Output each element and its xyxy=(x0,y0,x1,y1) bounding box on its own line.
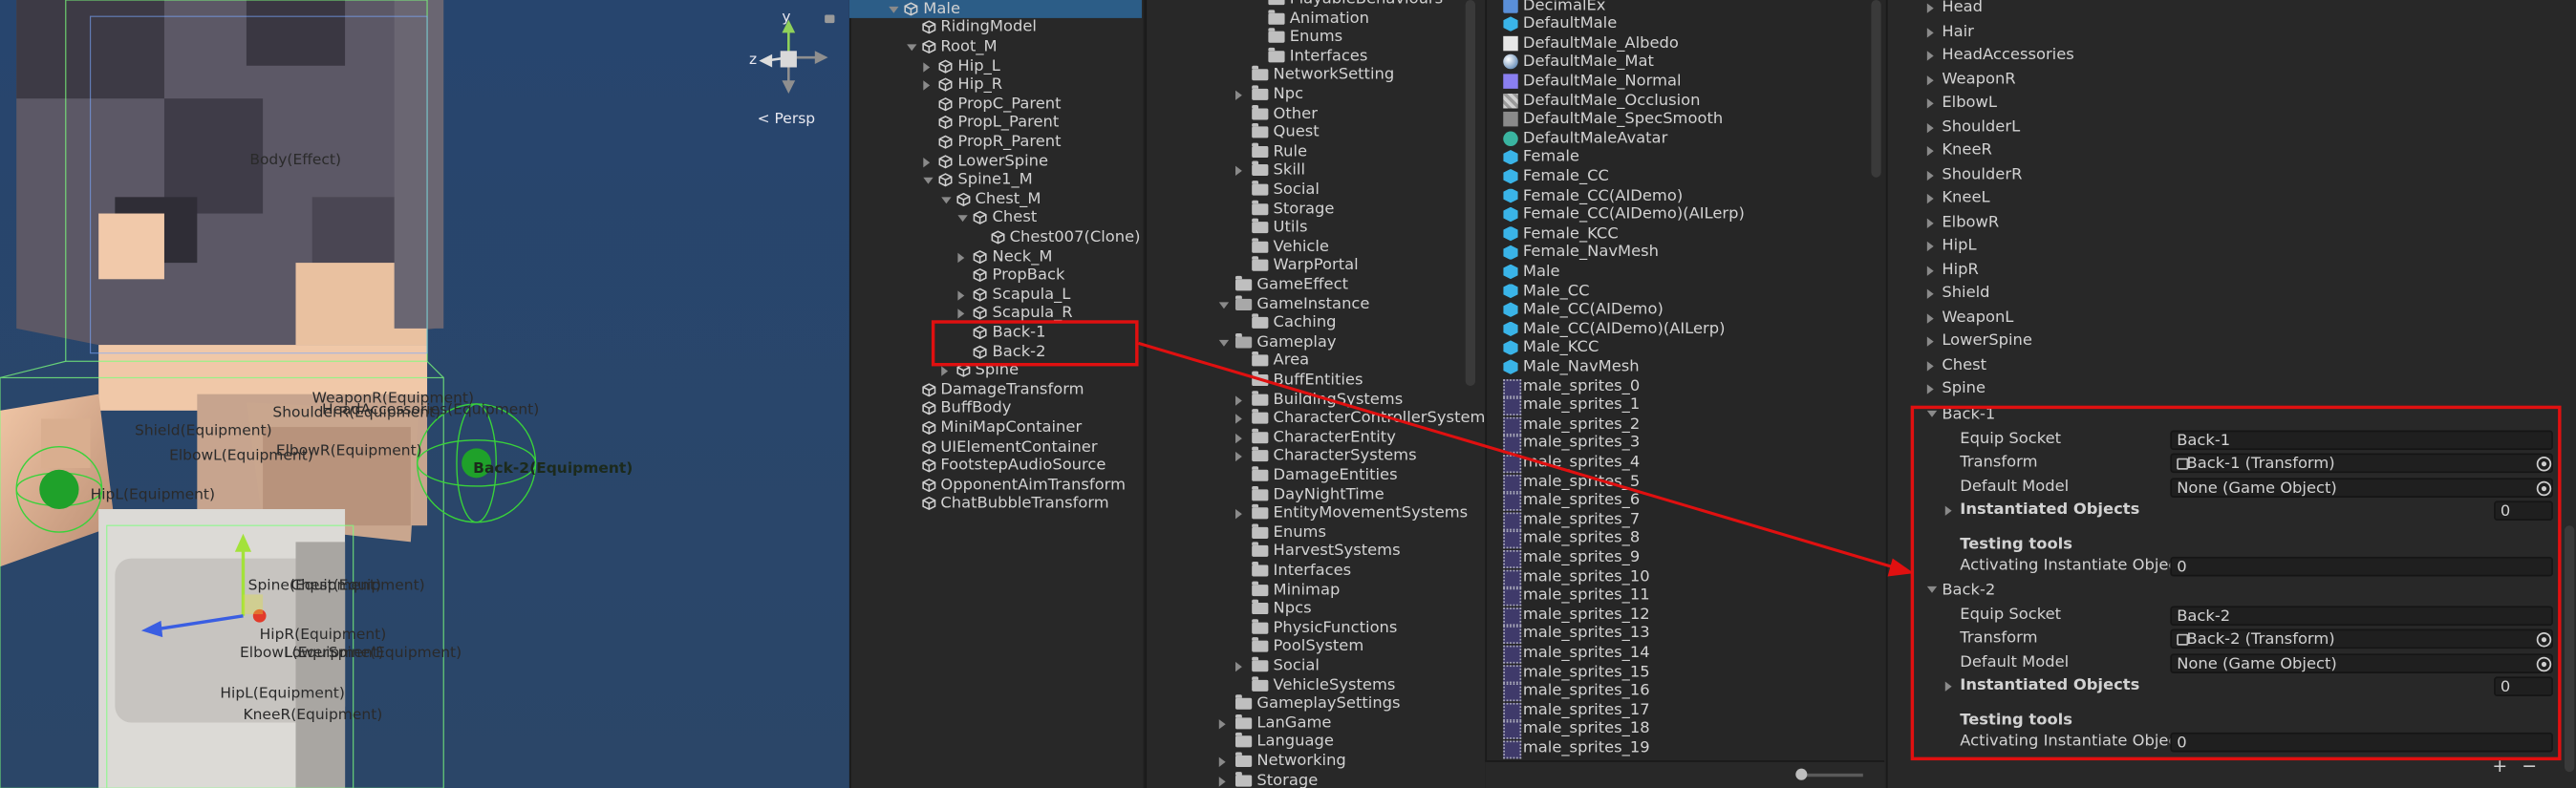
unity-editor: y z < Persp Body(Effect) WeaponR(Equipme… xyxy=(0,0,2576,788)
annotation-arrow xyxy=(1138,341,1915,577)
